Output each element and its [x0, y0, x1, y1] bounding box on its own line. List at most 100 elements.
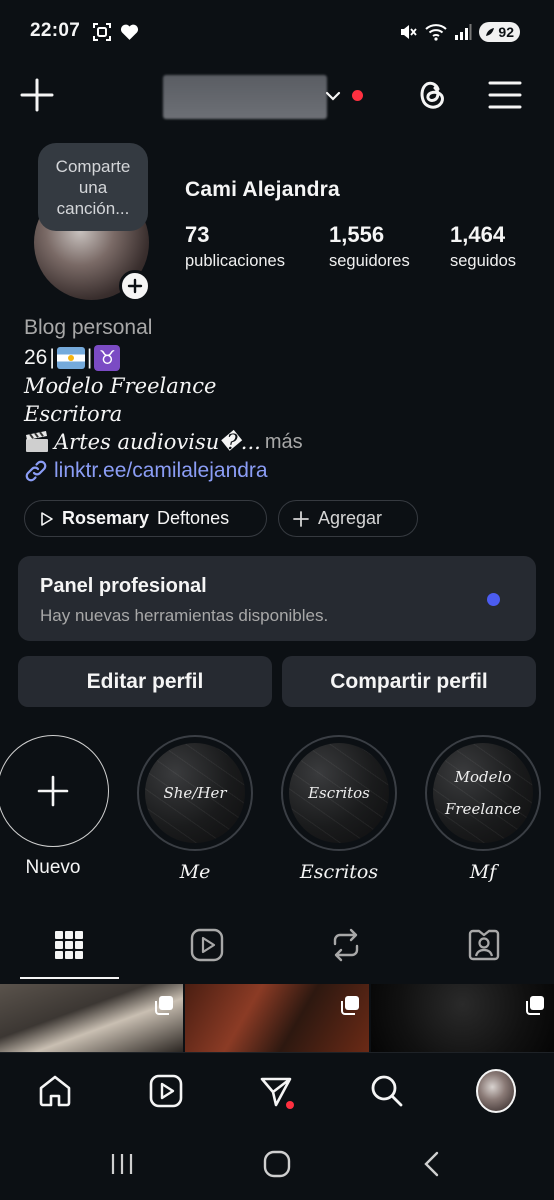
bio-separator-1: |: [49, 346, 55, 369]
battery-icon: 92: [479, 22, 520, 42]
home-button[interactable]: [257, 1148, 297, 1180]
stat-following[interactable]: 1,464 seguidos: [450, 222, 516, 271]
home-circle-icon: [263, 1150, 291, 1178]
create-plus-icon[interactable]: [20, 78, 54, 112]
bio-link[interactable]: linktr.ee/camilalejandra: [24, 459, 268, 483]
nav-search[interactable]: [367, 1071, 407, 1111]
tagged-icon: [468, 929, 500, 961]
grid-icon: [55, 931, 83, 959]
reposts-icon: [333, 928, 359, 962]
post-thumbnail[interactable]: [0, 984, 184, 1052]
profile-name: Cami Alejandra: [185, 178, 340, 201]
song-title: Rosemary: [62, 508, 150, 528]
reels-icon: [190, 928, 224, 962]
highlight-cover-text-line2: Freelance: [444, 800, 521, 818]
nav-direct[interactable]: [256, 1071, 296, 1111]
professional-dashboard[interactable]: Panel profesional Hay nuevas herramienta…: [18, 556, 536, 641]
bottom-nav: [0, 1052, 554, 1128]
threads-icon[interactable]: [414, 76, 448, 114]
highlight-label: Mf: [469, 861, 497, 883]
link-icon: [25, 460, 47, 482]
carousel-icon: [340, 996, 359, 1015]
note-line-3: canción...: [56, 198, 130, 218]
highlight-cover: Escritos: [289, 743, 389, 843]
recents-button[interactable]: [102, 1148, 142, 1180]
tab-reels[interactable]: [187, 925, 227, 965]
edit-profile-button[interactable]: Editar perfil: [18, 656, 272, 707]
heart-icon: [120, 24, 139, 40]
highlight-cover-text: She/Her: [163, 784, 227, 802]
profile-music-chip[interactable]: Rosemary Deftones: [24, 500, 267, 537]
highlight-cover-text-line1: Modelo: [454, 768, 512, 786]
bio-category: Blog personal: [24, 316, 153, 339]
add-chip-label: Agregar: [318, 508, 383, 528]
post-thumbnail[interactable]: [370, 984, 554, 1052]
add-chip[interactable]: Agregar: [278, 500, 418, 537]
stat-followers-label: seguidores: [329, 252, 410, 270]
status-bar: 22:07 92: [0, 0, 554, 62]
bio-line-model: Modelo Freelance: [24, 374, 217, 398]
bio-separator-2: |: [86, 346, 93, 369]
highlight-mf[interactable]: Modelo Freelance Mf: [425, 735, 541, 883]
stat-posts-value: 73: [185, 222, 210, 247]
highlight-label: Me: [179, 861, 211, 883]
note-bubble[interactable]: Comparte una canción...: [38, 143, 148, 231]
bio-link-text: linktr.ee/camilalejandra: [54, 459, 268, 482]
system-nav: [0, 1128, 554, 1200]
profile-tabs: [0, 915, 554, 981]
chevron-down-icon[interactable]: [323, 86, 343, 106]
bio-line-age: 26 | | ♉: [24, 345, 121, 371]
highlight-escritos[interactable]: Escritos Escritos: [281, 735, 397, 883]
bio-more-link[interactable]: más: [265, 431, 303, 454]
nav-profile[interactable]: [476, 1069, 516, 1113]
share-profile-button[interactable]: Compartir perfil: [282, 656, 536, 707]
highlight-cover: She/Her: [145, 743, 245, 843]
highlight-cover: Modelo Freelance: [433, 743, 533, 843]
panel-subtitle: Hay nuevas herramientas disponibles.: [40, 606, 329, 625]
active-tab-indicator: [20, 977, 119, 979]
nav-reels[interactable]: [146, 1071, 186, 1111]
plus-icon: [37, 775, 69, 807]
status-time: 22:07: [30, 20, 81, 41]
bio-arts-text: Artes audiovisu�...: [54, 430, 261, 454]
bio-line-writer: Escritora: [24, 402, 123, 426]
note-line-2: una: [78, 177, 108, 197]
tab-reposts[interactable]: [326, 925, 366, 965]
tab-tagged[interactable]: [464, 925, 504, 965]
stat-posts-label: publicaciones: [185, 252, 285, 270]
song-artist: Deftones: [157, 508, 230, 528]
clapperboard-icon: [26, 431, 48, 452]
stat-followers[interactable]: 1,556 seguidores: [329, 222, 410, 271]
mute-icon: [401, 25, 418, 39]
home-icon: [39, 1075, 71, 1107]
post-thumbnail[interactable]: [185, 984, 369, 1052]
menu-icon[interactable]: [488, 78, 522, 112]
search-icon: [371, 1075, 403, 1107]
plus-icon: [293, 510, 309, 527]
highlight-new-ring: [0, 735, 109, 847]
nav-home[interactable]: [35, 1071, 75, 1111]
add-story-plus-icon[interactable]: [119, 270, 151, 302]
recents-icon: [111, 1154, 133, 1174]
signal-icon: [455, 24, 472, 40]
carousel-icon: [525, 996, 544, 1015]
highlight-me[interactable]: She/Her Me: [137, 735, 253, 883]
wifi-icon: [425, 24, 448, 41]
notification-dot: [352, 90, 363, 101]
username-switcher[interactable]: [163, 75, 327, 119]
back-button[interactable]: [412, 1148, 452, 1180]
carousel-icon: [155, 996, 174, 1015]
reels-icon: [149, 1074, 183, 1108]
highlight-cover-text: Escritos: [308, 784, 370, 802]
argentina-flag-icon: [56, 347, 85, 369]
play-icon: [41, 511, 53, 526]
notification-dot: [286, 1101, 294, 1109]
tab-grid[interactable]: [49, 925, 89, 965]
back-icon: [424, 1151, 439, 1177]
note-line-1: Comparte: [55, 156, 131, 176]
highlight-new[interactable]: Nuevo: [0, 735, 111, 879]
highlight-label: Nuevo: [25, 857, 81, 878]
stat-posts[interactable]: 73 publicaciones: [185, 222, 285, 271]
panel-new-dot: [487, 593, 500, 606]
battery-level: 92: [498, 24, 514, 40]
